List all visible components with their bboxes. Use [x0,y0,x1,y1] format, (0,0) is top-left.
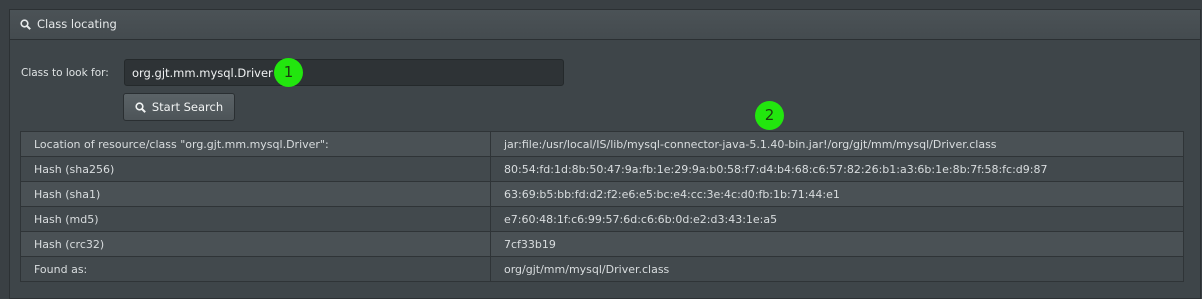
annotation-badge-2: 2 [755,101,784,130]
result-key: Location of resource/class "org.gjt.mm.m… [20,131,491,157]
table-row: Hash (sha256) 80:54:fd:1d:8b:50:47:9a:fb… [20,156,1184,182]
result-key: Found as: [20,256,491,282]
result-key: Hash (sha1) [20,181,491,207]
table-row: Hash (sha1) 63:69:b5:bb:fd:d2:f2:e6:e5:b… [20,181,1184,207]
class-locating-panel: Class locating Class to look for: Start … [9,9,1201,299]
panel-header: Class locating [10,10,1200,40]
results-table: Location of resource/class "org.gjt.mm.m… [20,131,1184,282]
result-value: e7:60:48:1f:c6:99:57:6d:c6:6b:0d:e2:d3:4… [490,206,1184,232]
annotation-badge-1: 1 [274,58,303,87]
result-key: Hash (crc32) [20,231,491,257]
result-value: 7cf33b19 [490,231,1184,257]
result-value: 63:69:b5:bb:fd:d2:f2:e6:e5:bc:e4:cc:3e:4… [490,181,1184,207]
start-search-label: Start Search [151,100,224,114]
table-row: Location of resource/class "org.gjt.mm.m… [20,131,1184,157]
search-icon [20,19,31,30]
search-icon [135,101,146,113]
table-row: Found as: org/gjt/mm/mysql/Driver.class [20,256,1184,282]
result-value: org/gjt/mm/mysql/Driver.class [490,256,1184,282]
result-key: Hash (md5) [20,206,491,232]
result-key: Hash (sha256) [20,156,491,182]
table-row: Hash (crc32) 7cf33b19 [20,231,1184,257]
class-name-input[interactable] [124,59,564,86]
result-value: 80:54:fd:1d:8b:50:47:9a:fb:1e:29:9a:b0:5… [490,156,1184,182]
result-value: jar:file:/usr/local/IS/lib/mysql-connect… [490,131,1184,157]
panel-title: Class locating [37,17,117,31]
table-row: Hash (md5) e7:60:48:1f:c6:99:57:6d:c6:6b… [20,206,1184,232]
class-input-label: Class to look for: [21,66,109,79]
start-search-button[interactable]: Start Search [123,93,235,121]
